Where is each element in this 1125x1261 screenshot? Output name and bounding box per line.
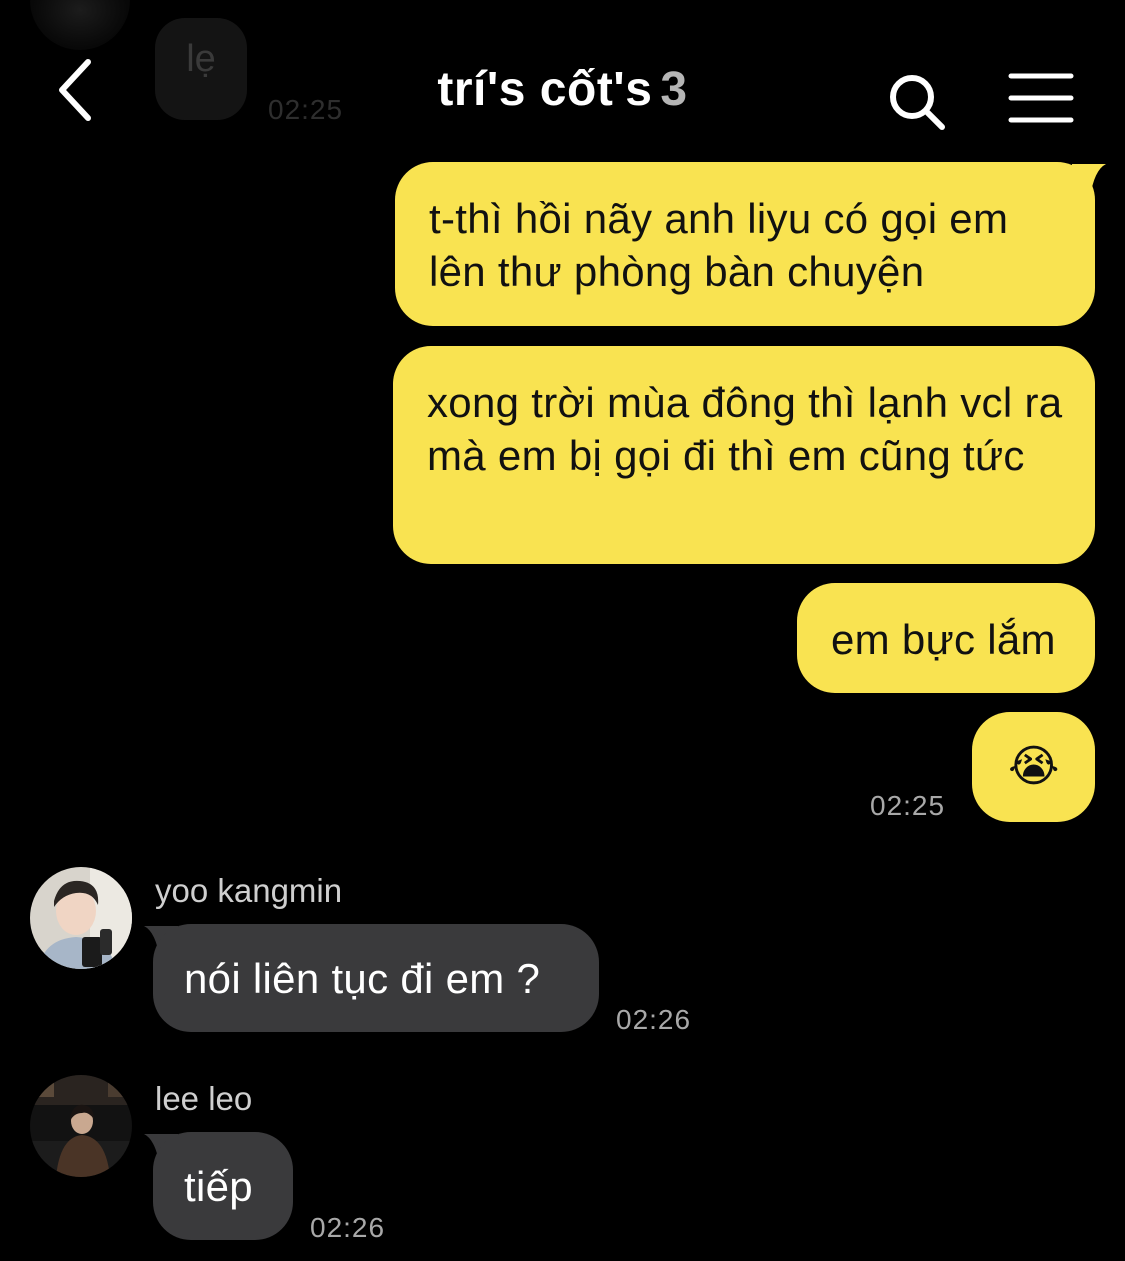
my-message-bubble[interactable]: t-thì hồi nãy anh liyu có gọi em lên thư… — [395, 162, 1095, 326]
sender-name: yoo kangmin — [155, 872, 343, 909]
chat-header: trí's cốt's 3 — [0, 40, 1125, 140]
my-message-bubble[interactable]: 😭 — [972, 712, 1095, 822]
chat-title-text: trí's cốt's — [437, 63, 653, 116]
avatar-lee-leo[interactable] — [30, 1075, 132, 1177]
their-message-bubble[interactable]: tiếp — [153, 1132, 293, 1240]
chat-title[interactable]: trí's cốt's 3 — [0, 62, 1125, 117]
user-photo-icon — [30, 1075, 132, 1177]
my-message-bubble[interactable]: xong trời mùa đông thì lạnh vcl ra mà em… — [393, 346, 1095, 564]
my-message-text: t-thì hồi nãy anh liyu có gọi em lên thư… — [429, 195, 1009, 295]
search-icon — [890, 75, 945, 130]
search-button[interactable] — [885, 70, 949, 134]
hamburger-menu-icon — [1008, 73, 1074, 123]
sender-name: lee leo — [155, 1080, 253, 1117]
their-message-text: nói liên tục đi em ? — [184, 955, 541, 1002]
menu-button[interactable] — [1008, 70, 1074, 126]
crying-face-emoji: 😭 — [1008, 742, 1060, 791]
my-message-text: em bực lắm — [831, 616, 1056, 663]
my-message-text: xong trời mùa đông thì lạnh vcl ra mà em… — [427, 379, 1063, 479]
message-timestamp: 02:25 — [870, 790, 946, 821]
member-count: 3 — [660, 63, 688, 116]
their-message-text: tiếp — [184, 1163, 253, 1210]
user-photo-icon — [30, 867, 132, 969]
their-message-bubble[interactable]: nói liên tục đi em ? — [153, 924, 599, 1032]
message-timestamp: 02:26 — [616, 1004, 692, 1035]
avatar-yoo-kangmin[interactable] — [30, 867, 132, 969]
message-timestamp: 02:26 — [310, 1212, 386, 1243]
my-message-bubble[interactable]: em bực lắm — [797, 583, 1095, 693]
